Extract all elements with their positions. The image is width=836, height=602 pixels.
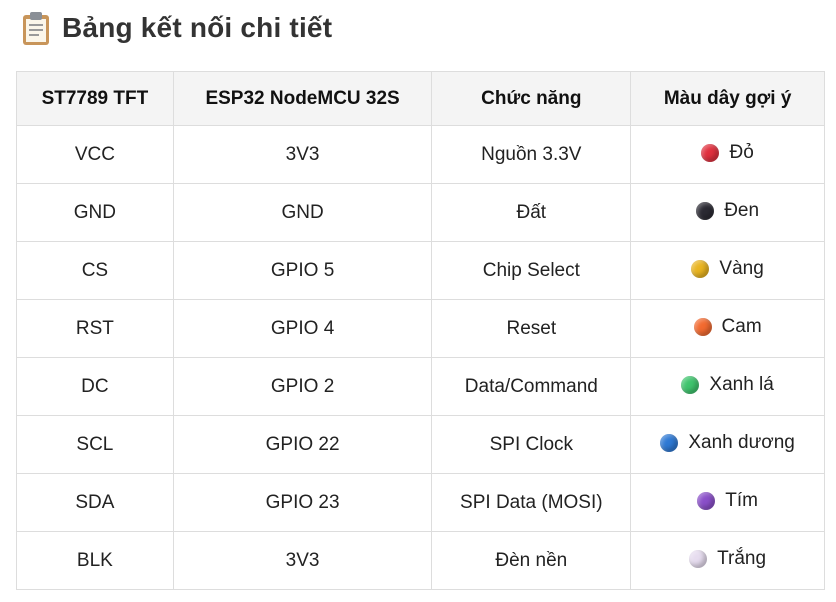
wire-color-cell: Xanh lá xyxy=(630,357,825,416)
function-cell: Đất xyxy=(431,183,632,242)
function-cell: SPI Data (MOSI) xyxy=(431,473,632,532)
table-row: DC GPIO 2 Data/Command Xanh lá xyxy=(16,357,825,416)
wire-color: Xanh lá xyxy=(681,373,774,396)
tft-pin-cell: VCC xyxy=(16,125,174,184)
esp32-pin-cell: GPIO 4 xyxy=(172,299,433,358)
color-dot-icon xyxy=(681,375,700,394)
color-dot-icon xyxy=(691,259,710,278)
wire-color-label: Tím xyxy=(725,489,758,511)
tft-pin-cell: GND xyxy=(16,183,174,242)
color-dot-icon xyxy=(701,143,720,162)
table-row: GND GND Đất Đen xyxy=(16,183,825,242)
color-dot-icon xyxy=(697,491,716,510)
wire-color-label: Trắng xyxy=(717,547,767,569)
function-cell: Reset xyxy=(431,299,632,358)
wire-color-label: Vàng xyxy=(719,257,764,279)
function-cell: SPI Clock xyxy=(431,415,632,474)
tft-pin-cell: BLK xyxy=(16,531,174,590)
table-row: CS GPIO 5 Chip Select Vàng xyxy=(16,241,825,300)
wire-color-cell: Cam xyxy=(630,299,825,358)
color-dot-icon xyxy=(660,433,679,452)
table-row: VCC 3V3 Nguồn 3.3V Đỏ xyxy=(16,125,825,184)
wire-color-cell: Đỏ xyxy=(630,125,825,184)
header-function: Chức năng xyxy=(431,71,632,126)
header-wire-color: Màu dây gợi ý xyxy=(630,71,825,126)
tft-pin-cell: RST xyxy=(16,299,174,358)
tft-pin-cell: CS xyxy=(16,241,174,300)
function-cell: Chip Select xyxy=(431,241,632,300)
color-dot-icon xyxy=(689,549,708,568)
wire-color-label: Xanh dương xyxy=(688,431,795,453)
wire-color-cell: Đen xyxy=(630,183,825,242)
esp32-pin-cell: 3V3 xyxy=(172,531,433,590)
function-cell: Đèn nền xyxy=(431,531,632,590)
esp32-pin-cell: GPIO 5 xyxy=(172,241,433,300)
esp32-pin-cell: GPIO 22 xyxy=(172,415,433,474)
page-heading: Bảng kết nối chi tiết xyxy=(22,8,332,48)
wire-color-label: Xanh lá xyxy=(709,373,774,395)
esp32-pin-cell: 3V3 xyxy=(172,125,433,184)
table-header-row: ST7789 TFT ESP32 NodeMCU 32S Chức năng M… xyxy=(16,71,825,126)
clipboard-icon xyxy=(22,11,50,45)
wire-color: Trắng xyxy=(689,548,766,570)
wire-color: Cam xyxy=(693,315,762,338)
tft-pin-cell: DC xyxy=(16,357,174,416)
table-row: RST GPIO 4 Reset Cam xyxy=(16,299,825,358)
wire-color-cell: Tím xyxy=(630,473,825,532)
esp32-pin-cell: GND xyxy=(172,183,433,242)
color-dot-icon xyxy=(696,201,715,220)
tft-pin-cell: SCL xyxy=(16,415,174,474)
wire-color-cell: Trắng xyxy=(630,531,825,590)
table-row: BLK 3V3 Đèn nền Trắng xyxy=(16,531,825,590)
wire-color-label: Đen xyxy=(724,199,760,221)
connection-table: ST7789 TFT ESP32 NodeMCU 32S Chức năng M… xyxy=(16,71,825,590)
esp32-pin-cell: GPIO 23 xyxy=(172,473,433,532)
color-dot-icon xyxy=(693,317,712,336)
wire-color-cell: Vàng xyxy=(630,241,825,300)
wire-color: Tím xyxy=(697,490,758,512)
wire-color: Đen xyxy=(696,200,759,222)
header-esp32: ESP32 NodeMCU 32S xyxy=(172,71,433,126)
wire-color: Đỏ xyxy=(701,141,754,164)
wire-color: Xanh dương xyxy=(660,432,795,454)
esp32-pin-cell: GPIO 2 xyxy=(172,357,433,416)
tft-pin-cell: SDA xyxy=(16,473,174,532)
wire-color-cell: Xanh dương xyxy=(630,415,825,474)
function-cell: Data/Command xyxy=(431,357,632,416)
table-row: SCL GPIO 22 SPI Clock Xanh dương xyxy=(16,415,825,474)
wire-color-label: Cam xyxy=(721,315,762,337)
function-cell: Nguồn 3.3V xyxy=(431,125,632,184)
header-tft: ST7789 TFT xyxy=(16,71,174,126)
page-title: Bảng kết nối chi tiết xyxy=(62,12,333,43)
wire-color-label: Đỏ xyxy=(729,141,754,163)
table-row: SDA GPIO 23 SPI Data (MOSI) Tím xyxy=(16,473,825,532)
wire-color: Vàng xyxy=(691,257,764,280)
